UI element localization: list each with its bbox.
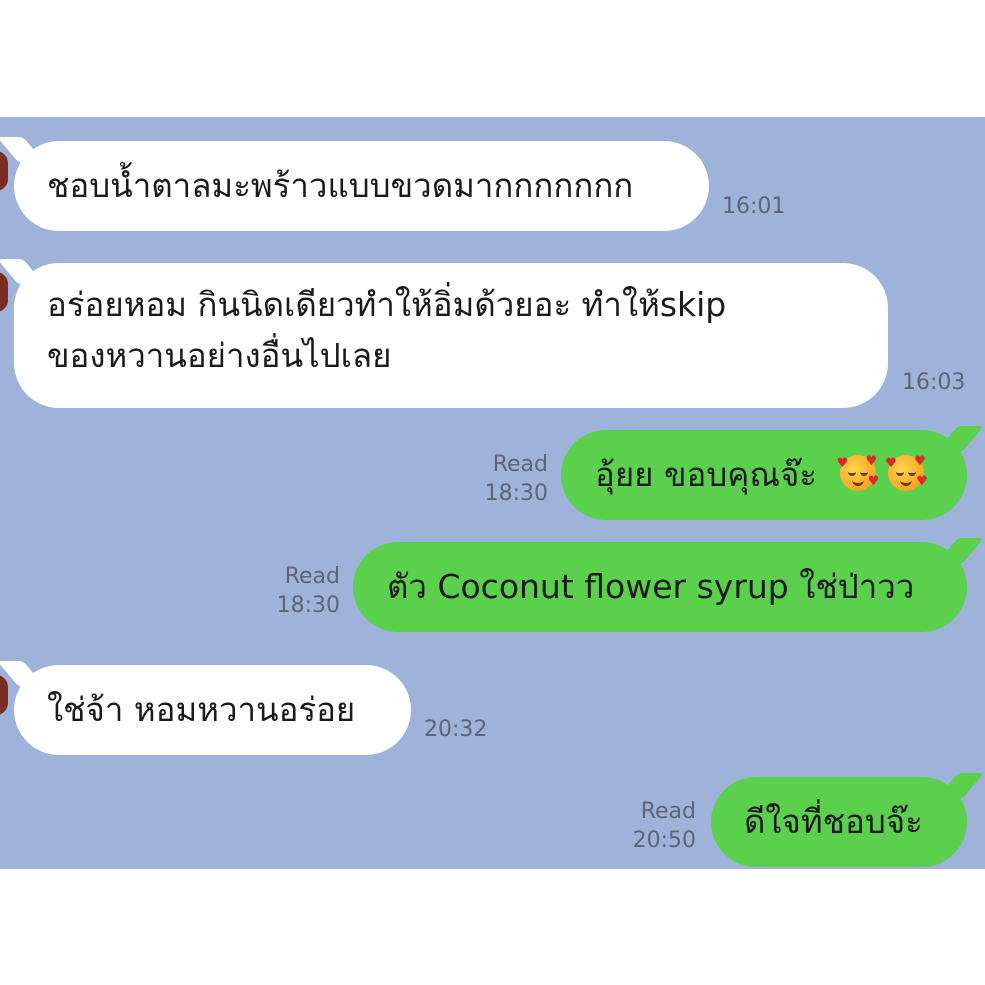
chat-area: ชอบน้ำตาลมะพร้าวแบบขวดมากกกกกกก 16:01 อร… [0, 117, 985, 869]
message-text-line: อร่อยหอม กินนิดเดียวทำให้อิ่มด้วยอะ ทำให… [47, 285, 727, 324]
bubble-tail [936, 426, 984, 452]
message-text: ชอบน้ำตาลมะพร้าวแบบขวดมากกกกกกก [47, 166, 634, 205]
message-text: ตัว Coconut flower syrup ใช่ป่าวว [387, 567, 915, 606]
message-time: 16:01 [722, 194, 786, 219]
message-time: 20:32 [424, 717, 488, 742]
outgoing-message-bubble[interactable]: ดีใจที่ชอบจ๊ะ [711, 773, 984, 867]
bubble-tail [936, 773, 984, 799]
message-time: 16:03 [902, 370, 966, 395]
read-receipt: Read 20:50 [618, 797, 696, 855]
message-time: 18:30 [484, 481, 548, 506]
smiling-face-with-hearts-icon: ♥ ♥ ♥ [885, 454, 928, 491]
sender-avatar[interactable] [0, 272, 8, 312]
read-label: Read [640, 799, 696, 824]
incoming-message-bubble[interactable]: ใช่จ้า หอมหวานอร่อย [0, 661, 411, 755]
sender-avatar[interactable] [0, 151, 8, 191]
message-text: อุ้ยย ขอบคุณจ๊ะ [595, 455, 818, 494]
message-text: ดีใจที่ชอบจ๊ะ [744, 802, 923, 841]
smiling-face-with-hearts-icon: ♥ ♥ ♥ [836, 454, 880, 491]
bubble-tail [936, 538, 984, 564]
read-receipt: Read 18:30 [262, 562, 340, 620]
sender-avatar[interactable] [0, 675, 8, 715]
outgoing-message-bubble[interactable]: อุ้ยย ขอบคุณจ๊ะ ♥ ♥ ♥ ♥ ♥ ♥ [561, 426, 984, 520]
incoming-message-bubble[interactable]: ชอบน้ำตาลมะพร้าวแบบขวดมากกกกกกก [0, 137, 709, 231]
message-text-line: ของหวานอย่างอื่นไปเลย [47, 336, 392, 375]
read-receipt: Read 18:30 [470, 450, 548, 508]
incoming-message-bubble[interactable]: อร่อยหอม กินนิดเดียวทำให้อิ่มด้วยอะ ทำให… [0, 259, 888, 408]
message-time: 18:30 [276, 593, 340, 618]
read-label: Read [492, 452, 548, 477]
outgoing-message-bubble[interactable]: ตัว Coconut flower syrup ใช่ป่าวว [353, 538, 984, 632]
read-label: Read [284, 564, 340, 589]
message-time: 20:50 [632, 828, 696, 853]
message-text: ใช่จ้า หอมหวานอร่อย [47, 690, 356, 729]
